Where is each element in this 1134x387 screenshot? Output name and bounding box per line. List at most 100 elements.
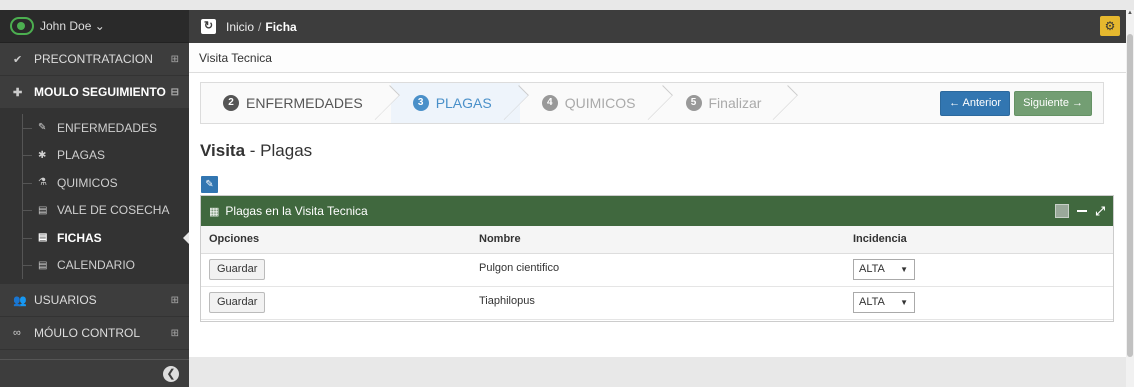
collapse-sidebar-icon[interactable]: ❮: [163, 365, 179, 382]
sidebar-item-label: MÓULO CONTROL: [34, 326, 141, 340]
table-icon: ▦: [209, 205, 220, 218]
main-content: Visita Tecnica 2 ENFERMEDADES 3 PLAGAS 4…: [189, 43, 1126, 357]
options-cell: Guardar: [201, 253, 471, 287]
dropdown-arrow-icon: ▼: [900, 298, 908, 307]
widget-header: ▦ Plagas en la Visita Tecnica ⤢: [201, 196, 1113, 226]
section-heading-sub: - Plagas: [245, 141, 313, 160]
sidebar-footer: ❮: [0, 359, 189, 387]
wizard-step-plagas[interactable]: 3 PLAGAS: [390, 83, 520, 123]
table-row: Guardar Tiaphilopus ALTA ▼: [201, 286, 1113, 320]
list-icon: ▤: [38, 259, 48, 271]
sidebar-item-label: USUARIOS: [34, 293, 97, 307]
footer-area: [189, 357, 1126, 387]
list-icon: ▤: [38, 232, 48, 244]
previous-button[interactable]: ← Anterior: [940, 91, 1011, 116]
wizard-step-finalizar[interactable]: 5 Finalizar: [663, 83, 790, 123]
section-heading-bold: Visita: [200, 141, 246, 160]
scroll-up-arrow-icon[interactable]: ▲: [1127, 10, 1133, 16]
edit-icon[interactable]: ✎: [201, 176, 218, 193]
scrollbar-thumb[interactable]: [1127, 34, 1133, 357]
pest-name: Pulgon cientifico: [471, 253, 845, 287]
refresh-icon[interactable]: ↻: [201, 19, 216, 34]
pest-name: Tiaphilopus: [471, 286, 845, 320]
widget-controls: ⤢: [1055, 204, 1113, 219]
sidebar-item-enfermedades[interactable]: ✎ ENFERMEDADES: [0, 114, 189, 142]
sidebar: John Doe ⌄ ✔ PRECONTRATACION ⊞ ✚ MOULO S…: [0, 10, 189, 387]
wizard-step-enfermedades[interactable]: 2 ENFERMEDADES: [201, 83, 391, 123]
widget-title: Plagas en la Visita Tecnica: [225, 204, 368, 218]
incidence-select[interactable]: ALTA ▼: [853, 292, 915, 313]
sidebar-item-plagas[interactable]: ✱ PLAGAS: [0, 141, 189, 170]
expand-icon[interactable]: ⊞: [171, 54, 179, 65]
step-number-badge: 4: [541, 95, 558, 111]
incidence-value: ALTA: [859, 263, 885, 275]
wizard-actions: ← Anterior Siguiente →: [940, 91, 1092, 116]
section-heading: Visita - Plagas: [200, 141, 312, 161]
step-number-badge: 2: [223, 95, 239, 111]
sidebar-item-modulo-control[interactable]: ∞ MÓULO CONTROL ⊞: [0, 317, 189, 350]
page-title: Visita Tecnica: [189, 43, 1126, 73]
expand-icon[interactable]: ⊞: [171, 295, 179, 306]
sidebar-item-calendario[interactable]: ▤ CALENDARIO: [0, 251, 189, 280]
sidebar-item-vale-de-cosecha[interactable]: ▤ VALE DE COSECHA: [0, 196, 189, 225]
table-header-row: Opciones Nombre Incidencia: [201, 226, 1113, 254]
plagas-table: Opciones Nombre Incidencia Guardar Pulgo…: [201, 226, 1113, 320]
breadcrumb-current: Ficha: [265, 19, 297, 34]
page-scrollbar[interactable]: ▲: [1126, 10, 1134, 387]
users-icon: 👥: [13, 294, 27, 307]
user-name[interactable]: John Doe ⌄: [40, 19, 105, 33]
fullscreen-icon[interactable]: ⤢: [1095, 204, 1105, 219]
topbar: ↻ Inicio / Ficha ⚙: [189, 10, 1126, 43]
dropdown-arrow-icon: ▼: [900, 265, 908, 274]
column-header: Opciones: [201, 226, 471, 254]
settings-icon[interactable]: ⚙: [1100, 16, 1120, 36]
sidebar-item-fichas[interactable]: ▤ FICHAS: [0, 224, 189, 252]
sidebar-item-label: MOULO SEGUIMIENTO: [34, 85, 166, 99]
check-icon: ✔: [13, 53, 23, 66]
incidence-select[interactable]: ALTA ▼: [853, 259, 915, 280]
step-number-badge: 3: [412, 95, 429, 111]
sidebar-item-usuarios[interactable]: 👥 USUARIOS ⊞: [0, 284, 189, 317]
incidence-value: ALTA: [859, 296, 885, 308]
table-row: Guardar Pulgon cientifico ALTA ▼: [201, 253, 1113, 287]
sidebar-item-label: FICHAS: [57, 230, 102, 245]
next-button[interactable]: Siguiente →: [1014, 91, 1092, 116]
save-button[interactable]: Guardar: [209, 292, 266, 313]
wizard-step-quimicos[interactable]: 4 QUIMICOS: [519, 83, 664, 123]
sidebar-item-quimicos[interactable]: ⚗ QUIMICOS: [0, 169, 189, 197]
user-menu[interactable]: John Doe ⌄: [0, 10, 189, 43]
column-header: Incidencia: [845, 226, 1113, 254]
submenu-seguimiento: ✎ ENFERMEDADES ✱ PLAGAS ⚗ QUIMICOS ▤ VAL…: [0, 109, 189, 284]
breadcrumb-separator: /: [258, 19, 262, 34]
breadcrumb-home[interactable]: Inicio: [226, 20, 254, 34]
sidebar-item-label: PLAGAS: [57, 148, 106, 163]
step-label: ENFERMEDADES: [246, 95, 363, 111]
list-icon: ▤: [38, 204, 48, 216]
step-label: QUIMICOS: [564, 95, 636, 111]
save-button[interactable]: Guardar: [209, 259, 266, 280]
app-logo-icon: [10, 17, 34, 35]
color-toggle-icon[interactable]: [1055, 204, 1070, 218]
sidebar-item-label: ENFERMEDADES: [57, 120, 158, 135]
minimize-icon[interactable]: [1077, 210, 1088, 212]
plus-icon: ✚: [13, 86, 23, 99]
sidebar-item-label: QUIMICOS: [57, 175, 118, 190]
flask-icon: ⚗: [38, 177, 47, 189]
leaf-icon: ✎: [38, 122, 47, 134]
column-header: Nombre: [471, 226, 845, 254]
step-number-badge: 5: [685, 95, 702, 111]
incidence-cell: ALTA ▼: [845, 253, 1113, 287]
options-cell: Guardar: [201, 286, 471, 320]
sidebar-item-label: CALENDARIO: [57, 258, 136, 273]
collapse-icon[interactable]: ⊟: [171, 87, 179, 98]
plagas-widget: ▦ Plagas en la Visita Tecnica ⤢ Opciones…: [200, 195, 1114, 322]
bug-icon: ✱: [38, 149, 47, 161]
sidebar-item-label: VALE DE COSECHA: [57, 203, 170, 218]
sidebar-item-label: PRECONTRATACION: [34, 52, 153, 66]
step-label: PLAGAS: [435, 95, 492, 111]
infinity-icon: ∞: [13, 327, 21, 339]
expand-icon[interactable]: ⊞: [171, 328, 179, 339]
step-label: Finalizar: [708, 95, 762, 111]
sidebar-item-precontratacion[interactable]: ✔ PRECONTRATACION ⊞: [0, 43, 189, 76]
sidebar-item-seguimiento[interactable]: ✚ MOULO SEGUIMIENTO ⊟: [0, 76, 189, 109]
